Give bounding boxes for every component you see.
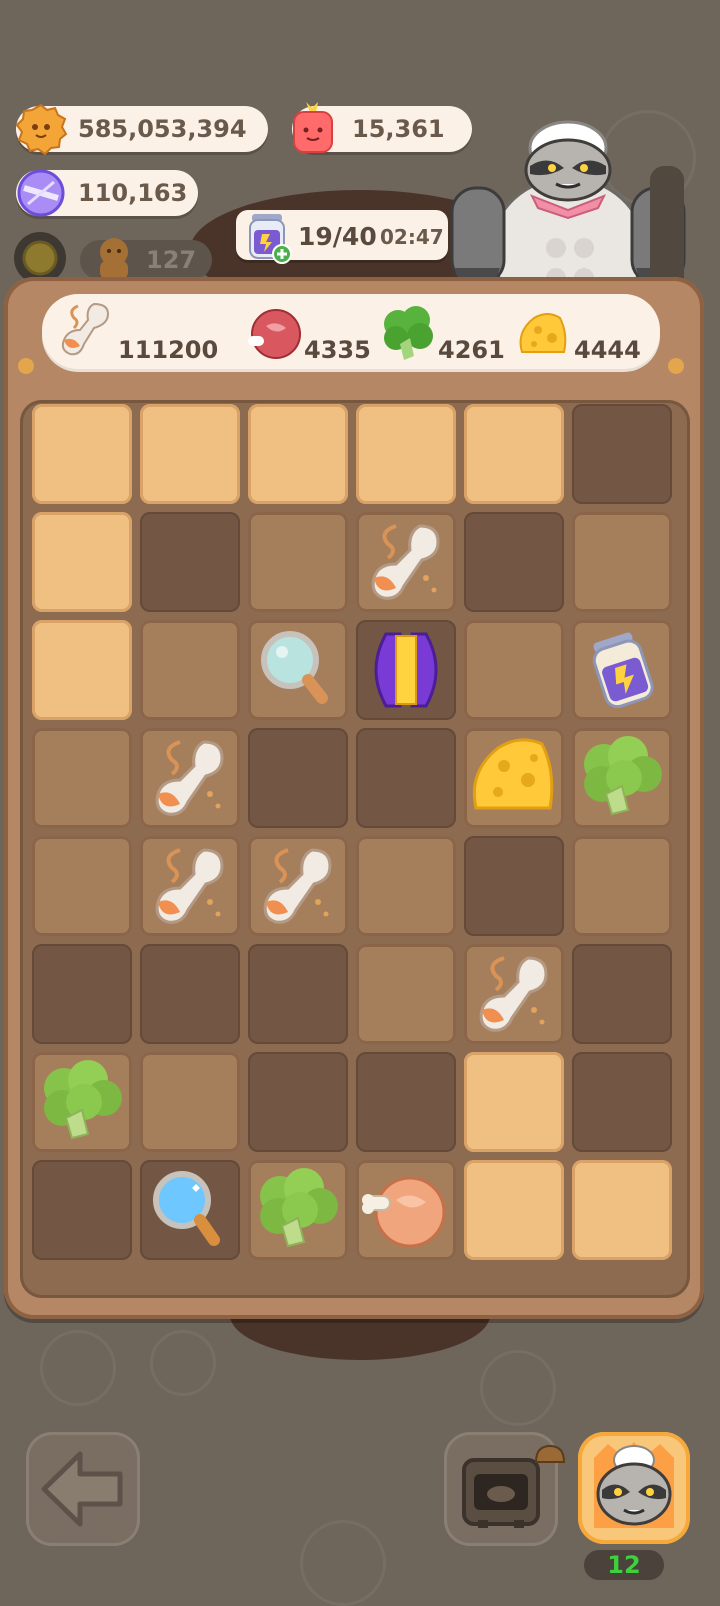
grid-cell[interactable]: [464, 404, 564, 504]
grid-cell[interactable]: [572, 836, 672, 936]
energy-count: 19/40: [298, 222, 377, 251]
grid-cell[interactable]: [32, 836, 132, 936]
back-arrow-icon: [41, 1451, 123, 1527]
energy-meter[interactable]: 19/40 02:47: [236, 210, 448, 264]
grid-cell[interactable]: [572, 404, 672, 504]
grid-cell[interactable]: [32, 728, 132, 828]
gem-currency[interactable]: 15,361: [292, 102, 472, 153]
grid-cell[interactable]: [572, 512, 672, 612]
grid-cell[interactable]: [248, 1052, 348, 1152]
cookie-icon: [14, 102, 68, 156]
background-doodle: [300, 1520, 386, 1606]
grid-cell[interactable]: [356, 512, 456, 612]
grid-cell[interactable]: [356, 728, 456, 828]
grid-cell[interactable]: [140, 404, 240, 504]
grid-cell[interactable]: [140, 944, 240, 1044]
grid-cell[interactable]: [248, 512, 348, 612]
grid-cell[interactable]: [356, 1052, 456, 1152]
grid-cell[interactable]: [356, 404, 456, 504]
chef-level-badge: 12: [584, 1550, 664, 1580]
back-button[interactable]: [26, 1432, 140, 1546]
meat-amount: 4335: [304, 336, 371, 364]
grid-cell[interactable]: [32, 512, 132, 612]
broccoli-icon[interactable]: [572, 728, 672, 828]
broccoli-icon[interactable]: [32, 1052, 132, 1152]
chef-level: 12: [607, 1551, 641, 1579]
cheese-icon: [514, 308, 570, 362]
grid-cell[interactable]: [356, 944, 456, 1044]
cheese-amount: 4444: [574, 336, 641, 364]
grid-cell[interactable]: [140, 1160, 240, 1260]
grid-cell[interactable]: [32, 1160, 132, 1260]
grid-cell[interactable]: [572, 620, 672, 720]
energy-jar-icon: [244, 210, 294, 264]
cheese-icon[interactable]: [464, 728, 564, 828]
grid-cell[interactable]: [248, 836, 348, 936]
crystal-currency[interactable]: 110,163: [16, 169, 198, 217]
cookie-amount: 585,053,394: [78, 115, 247, 143]
grid-cell[interactable]: [140, 836, 240, 936]
frame-rivet: [668, 358, 684, 374]
frame-rivet: [18, 358, 34, 374]
broccoli-icon: [380, 304, 436, 364]
red-gem-icon: [290, 100, 336, 156]
grid-cell[interactable]: [464, 1052, 564, 1152]
sauce-spoon-icon[interactable]: [356, 512, 456, 612]
grid-cell[interactable]: [572, 944, 672, 1044]
grid-cell[interactable]: [572, 1160, 672, 1260]
gem-amount: 15,361: [352, 115, 445, 143]
gingerbread-icon: [92, 234, 136, 282]
buddy-amount: 127: [146, 246, 197, 274]
sauce-amount: 111200: [118, 336, 219, 364]
meat-icon[interactable]: [356, 1160, 456, 1260]
grid-cell[interactable]: [140, 620, 240, 720]
sauce-spoon-icon[interactable]: [140, 836, 240, 936]
grid-cell[interactable]: [32, 1052, 132, 1152]
bread-icon: [532, 1440, 568, 1470]
energy-timer: 02:47: [380, 225, 444, 249]
meat-icon: [246, 306, 302, 362]
grid-cell[interactable]: [248, 620, 348, 720]
energy-jar-icon[interactable]: [572, 620, 672, 720]
grid-cell[interactable]: [572, 1052, 672, 1152]
sauce-spoon-icon[interactable]: [464, 944, 564, 1044]
grid-cell[interactable]: [464, 620, 564, 720]
grid-cell[interactable]: [464, 944, 564, 1044]
grid-cell[interactable]: [356, 620, 456, 720]
grid-cell[interactable]: [464, 728, 564, 828]
background-doodle: [40, 1330, 116, 1406]
grid-cell[interactable]: [140, 1052, 240, 1152]
sauce-spoon-icon: [58, 300, 116, 366]
grid-cell[interactable]: [140, 728, 240, 828]
magnifier-blue-icon[interactable]: [140, 1160, 240, 1260]
grid-cell[interactable]: [32, 404, 132, 504]
grid-cell[interactable]: [464, 512, 564, 612]
grid-cell[interactable]: [248, 1160, 348, 1260]
grid-cell[interactable]: [32, 944, 132, 1044]
broccoli-amount: 4261: [438, 336, 505, 364]
broccoli-icon[interactable]: [248, 1160, 348, 1260]
magnifier-icon[interactable]: [248, 620, 348, 720]
chef-raccoon-portrait-icon: [594, 1442, 674, 1528]
portal-gem-icon[interactable]: [356, 620, 456, 720]
grid-cell[interactable]: [248, 404, 348, 504]
chef-portrait-button[interactable]: [578, 1432, 690, 1544]
sauce-spoon-icon[interactable]: [140, 728, 240, 828]
crystal-candy-icon: [14, 166, 68, 220]
grid-cell[interactable]: [248, 944, 348, 1044]
grid-cell[interactable]: [464, 1160, 564, 1260]
grid-cell[interactable]: [356, 1160, 456, 1260]
cookie-currency[interactable]: 585,053,394: [15, 103, 268, 156]
buddy-counter[interactable]: 127: [80, 238, 212, 280]
grid-cell[interactable]: [356, 836, 456, 936]
grid-cell[interactable]: [32, 620, 132, 720]
background-doodle: [150, 1330, 216, 1396]
grid-cell[interactable]: [140, 512, 240, 612]
sauce-spoon-icon[interactable]: [248, 836, 348, 936]
background-doodle: [480, 1350, 556, 1426]
grid-cell[interactable]: [248, 728, 348, 828]
grid-cell[interactable]: [572, 728, 672, 828]
crystal-amount: 110,163: [78, 179, 188, 207]
grid-cell[interactable]: [464, 836, 564, 936]
